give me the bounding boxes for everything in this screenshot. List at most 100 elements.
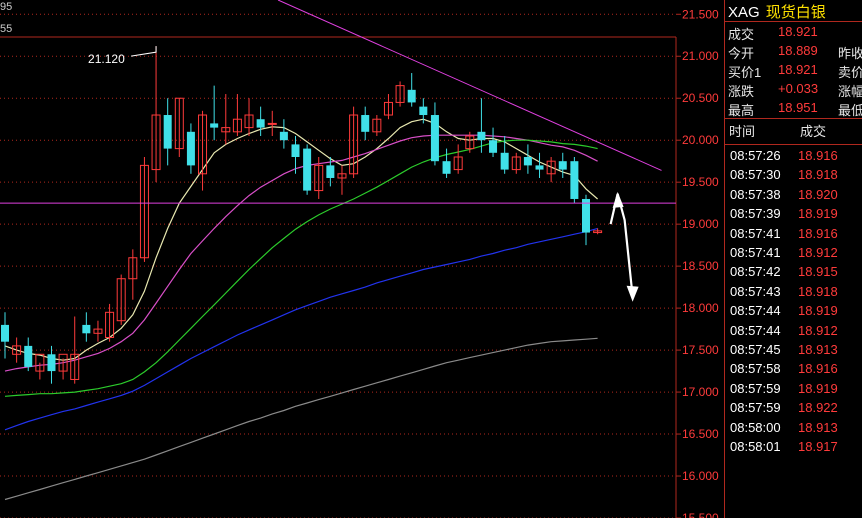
ma-line <box>4 118 598 361</box>
trade-row[interactable]: 08:57:58 18.916 <box>728 361 862 380</box>
candle <box>546 156 556 183</box>
candle-body <box>419 106 428 116</box>
candle <box>244 98 254 137</box>
y-tick-label: 18.000 <box>682 301 719 315</box>
trade-row[interactable]: 08:57:42 18.915 <box>728 264 862 283</box>
trade-time: 08:57:39 <box>730 206 781 222</box>
candle <box>70 316 80 384</box>
trade-row[interactable]: 08:57:41 18.912 <box>728 245 862 264</box>
trade-time: 08:57:41 <box>730 245 781 260</box>
trade-time: 08:58:00 <box>730 419 781 435</box>
trade-price: 18.913 <box>798 419 838 435</box>
trade-time: 08:57:58 <box>730 361 781 377</box>
candle <box>12 337 22 363</box>
top-left-label: 95 <box>0 1 12 13</box>
trade-row[interactable]: 08:57:59 18.919 <box>728 381 862 400</box>
y-tick-label: 20.000 <box>682 133 719 147</box>
y-tick-label: 21.000 <box>682 49 719 63</box>
candle <box>582 194 590 246</box>
panel-divider <box>724 0 725 518</box>
trade-price: 18.922 <box>798 400 838 416</box>
candle-body <box>361 115 370 132</box>
quote-label: 成交 <box>728 27 755 42</box>
trade-row[interactable]: 08:57:44 18.912 <box>728 323 862 342</box>
candle-body <box>477 131 486 141</box>
candle <box>128 249 138 300</box>
candle-body <box>326 165 335 178</box>
trade-row[interactable]: 08:57:39 18.919 <box>728 206 862 225</box>
trade-time: 08:57:30 <box>730 167 781 183</box>
trade-row[interactable]: 08:57:41 18.916 <box>728 226 862 245</box>
candle <box>279 119 288 149</box>
candle <box>47 345 56 384</box>
quote-label: 今开 <box>728 46 755 61</box>
candle <box>82 312 91 342</box>
trade-row[interactable]: 08:57:43 18.918 <box>728 284 862 303</box>
candle <box>511 152 521 174</box>
quote-label: 最高 <box>728 103 755 118</box>
trade-row[interactable]: 08:58:01 18.917 <box>728 439 862 458</box>
quote-label: 买价1 <box>728 65 762 80</box>
candle <box>489 127 498 157</box>
trade-price: 18.916 <box>798 148 838 163</box>
ma-line <box>4 337 598 501</box>
trade-row[interactable]: 08:57:44 18.919 <box>728 303 862 322</box>
trade-time: 08:57:45 <box>730 342 781 357</box>
trade-time: 08:57:59 <box>730 380 781 396</box>
candle <box>93 320 103 342</box>
candle <box>35 353 45 380</box>
trade-price: 18.912 <box>798 322 838 338</box>
trade-row[interactable]: 08:57:59 18.922 <box>728 400 862 419</box>
candle <box>477 98 486 153</box>
candle <box>210 85 219 141</box>
candle <box>558 152 567 178</box>
candle <box>361 106 370 141</box>
quote-divider <box>724 118 862 119</box>
trade-price: 18.916 <box>798 361 838 377</box>
candle <box>232 94 242 137</box>
trade-row[interactable]: 08:57:26 18.916 <box>728 148 862 167</box>
y-tick-label: 18.500 <box>682 259 719 273</box>
arrow-head-up <box>612 191 624 208</box>
y-tick-label: 15.500 <box>682 511 719 518</box>
trade-row[interactable]: 08:57:45 18.913 <box>728 342 862 361</box>
moving-averages <box>4 118 598 501</box>
y-tick-label: 16.000 <box>682 469 719 483</box>
trade-time: 08:57:59 <box>730 400 781 416</box>
symbol-code: XAG <box>728 4 760 21</box>
candle <box>174 97 184 157</box>
trades-header-time: 时间 <box>729 124 756 139</box>
candle <box>267 110 277 137</box>
trade-row[interactable]: 08:58:00 18.913 <box>728 420 862 439</box>
quote-value: 18.921 <box>778 24 818 39</box>
candle <box>186 123 195 174</box>
quote-value: +0.033 <box>778 81 819 96</box>
trade-row[interactable]: 08:57:30 18.918 <box>728 167 862 186</box>
candle <box>1 312 9 359</box>
candle <box>198 110 208 191</box>
trades-header-price: 成交 <box>800 124 827 139</box>
candle-body <box>558 161 567 170</box>
candle-body <box>489 140 498 153</box>
trade-row[interactable]: 08:57:38 18.920 <box>728 187 862 206</box>
arrow-head-down <box>626 285 639 302</box>
trade-price: 18.913 <box>798 342 838 357</box>
trade-time: 08:57:44 <box>730 322 781 338</box>
candle <box>151 46 161 183</box>
header-divider <box>724 21 862 22</box>
candle-body <box>430 115 439 162</box>
candle <box>303 144 312 195</box>
trade-price: 18.920 <box>798 186 838 202</box>
candle <box>24 337 33 372</box>
trade-time: 08:57:43 <box>730 283 781 299</box>
y-axis: 21.500 21.000 20.500 20.000 19.500 19.000 18.5… <box>676 7 719 518</box>
trade-time: 08:57:26 <box>730 148 781 163</box>
y-tick-label: 21.500 <box>682 7 719 21</box>
trade-price: 18.917 <box>798 439 838 454</box>
candle-body <box>570 161 579 199</box>
candle-body <box>186 131 195 166</box>
trade-price: 18.919 <box>798 380 838 396</box>
candle-body <box>500 152 509 170</box>
symbol-name: 现货白银 <box>765 4 826 21</box>
trade-time: 08:57:44 <box>730 303 781 319</box>
